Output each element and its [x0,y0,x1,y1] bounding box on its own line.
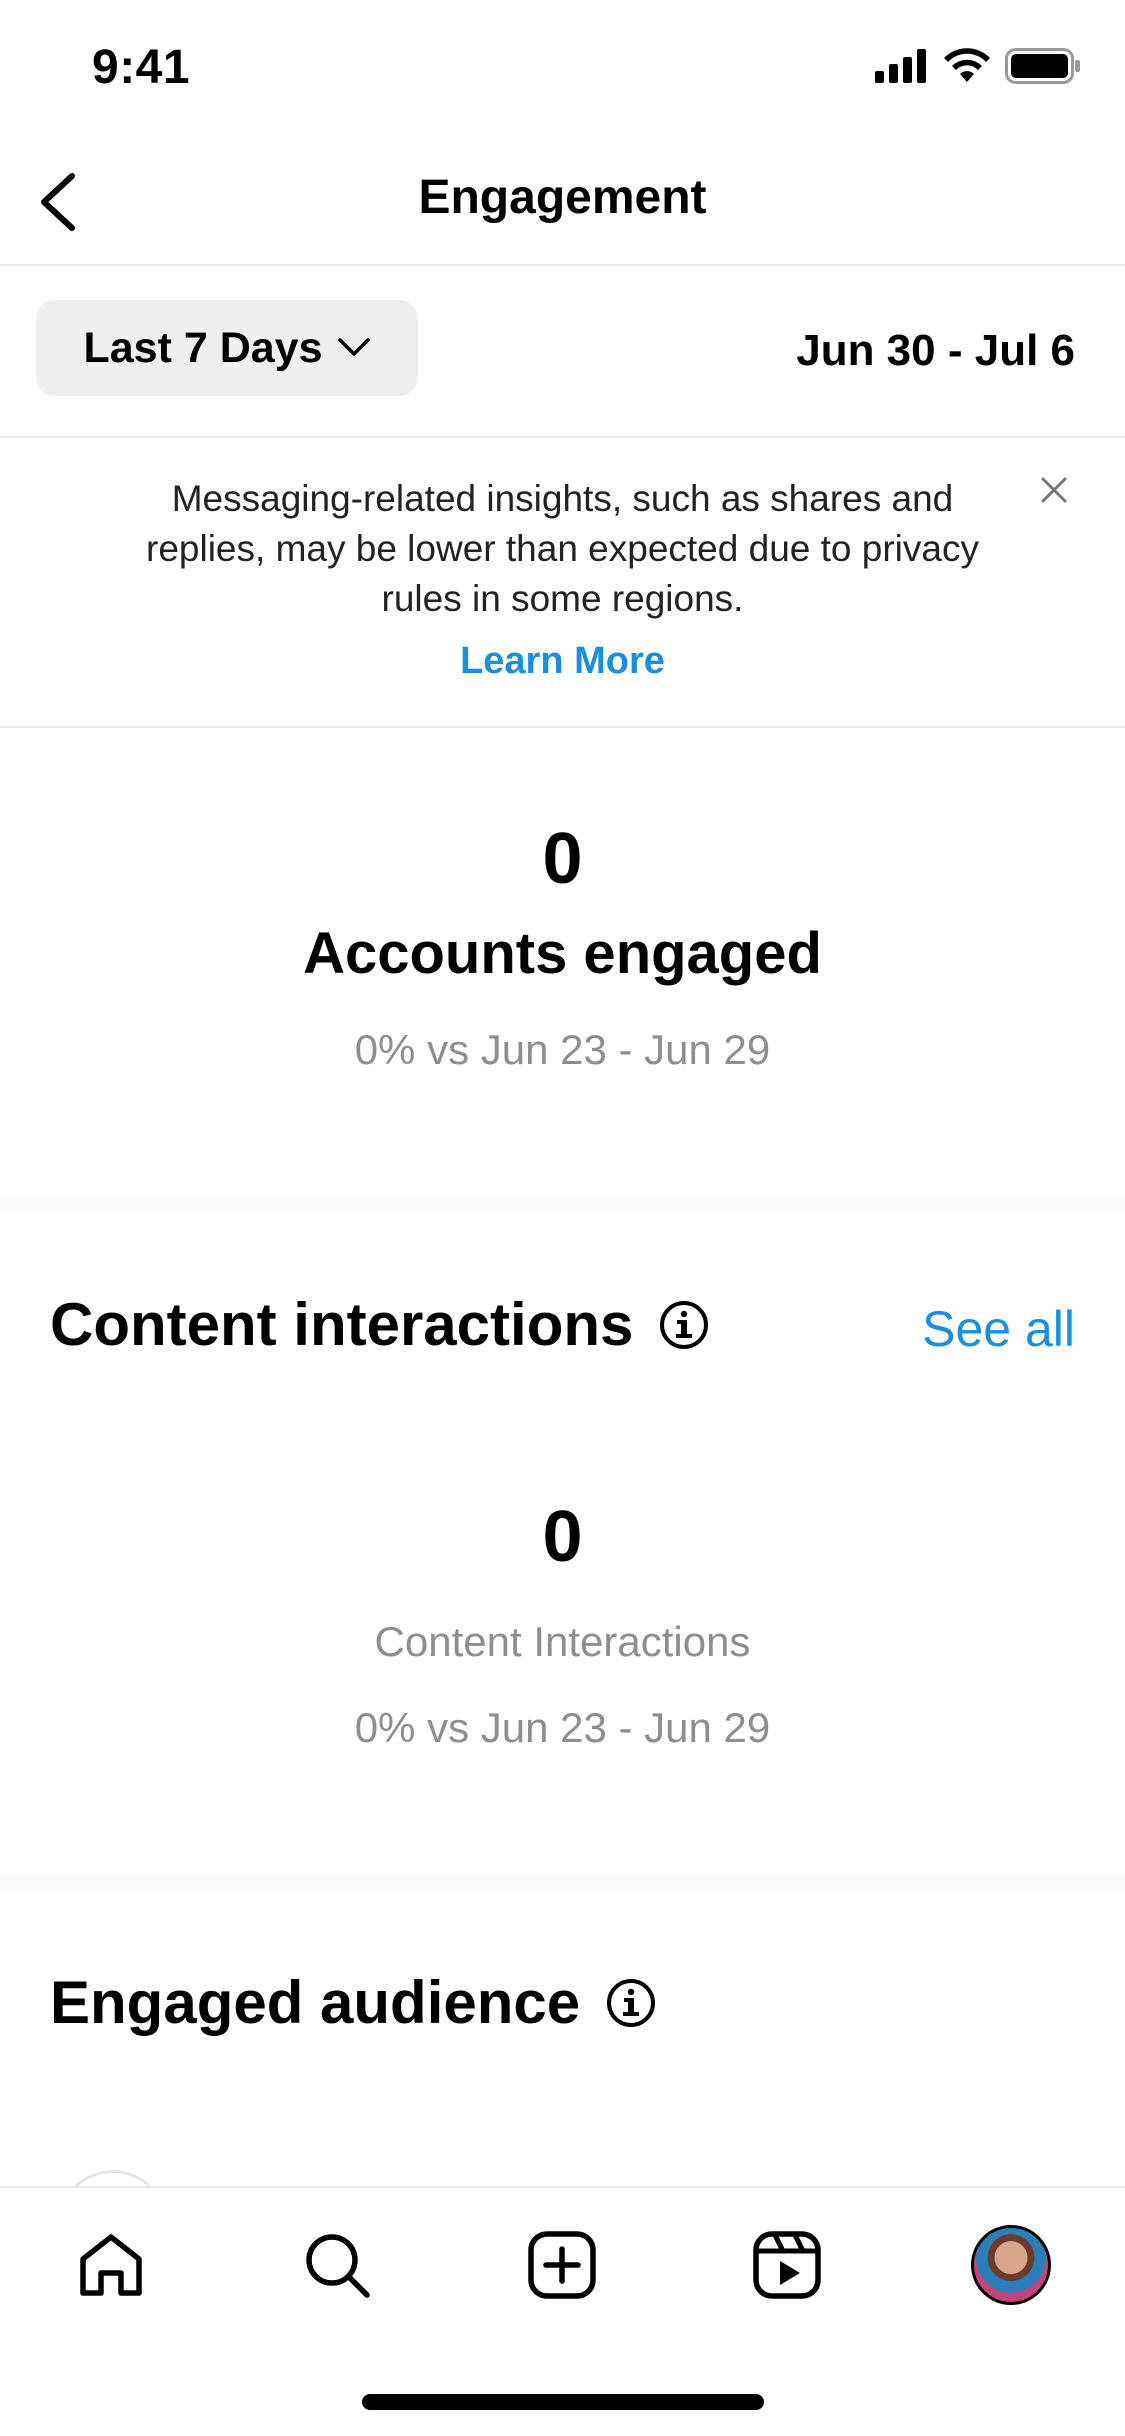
engaged-audience-title: Engaged audience [50,1969,581,2036]
tab-reels[interactable] [742,2220,832,2310]
filter-row: Last 7 Days Jun 30 - Jul 6 [0,268,1125,438]
learn-more-link[interactable]: Learn More [0,640,1125,683]
accounts-engaged-label-wrap: Accounts engaged [0,920,1125,987]
accounts-engaged-label: Accounts engaged [303,921,822,986]
info-icon[interactable] [606,1978,656,2028]
content-interactions-label-wrap: Content Interactions [0,1618,1125,1666]
battery-icon [1005,48,1080,84]
content-interactions-comparison: 0% vs Jun 23 - Jun 29 [354,1704,771,1751]
accounts-engaged-number: 0 [542,819,583,899]
accounts-engaged-comparison-wrap: 0% vs Jun 23 - Jun 29 [0,1026,1125,1074]
tab-home[interactable] [66,2220,156,2310]
reels-icon [753,2231,821,2299]
content-interactions-value-wrap: 0 [0,1496,1125,1578]
profile-avatar [971,2225,1051,2305]
wifi-icon [944,48,990,82]
nav-header: Engagement [0,140,1125,266]
accounts-engaged-value: 0 [0,818,1125,900]
accounts-engaged-comparison: 0% vs Jun 23 - Jun 29 [354,1026,771,1073]
home-icon [80,2234,142,2296]
status-icons [875,48,1081,84]
content-interactions-comparison-wrap: 0% vs Jun 23 - Jun 29 [0,1704,1125,1752]
cellular-signal-icon [875,49,926,83]
tab-profile[interactable] [966,2220,1056,2310]
period-dropdown[interactable]: Last 7 Days [36,300,418,396]
home-indicator [362,2394,764,2410]
content-interactions-title: Content interactions [50,1291,634,1358]
section-divider [0,1874,1125,1890]
chevron-down-icon [337,338,370,356]
privacy-notice: Messaging-related insights, such as shar… [0,440,1125,728]
create-icon [528,2231,596,2299]
page-title: Engagement [418,171,707,224]
content-interactions-number: 0 [542,1497,583,1577]
engaged-audience-header: Engaged audience [50,1968,656,2037]
tab-search[interactable] [292,2220,382,2310]
see-all-link[interactable]: See all [922,1300,1075,1358]
tab-create[interactable] [517,2220,607,2310]
period-label: Last 7 Days [83,323,323,372]
engagement-screen: 9:41 Engagement Last 7 Days Jun 30 - Jul… [0,0,1125,2436]
status-time: 9:41 [92,41,191,94]
section-divider [0,1196,1125,1212]
close-icon [1041,477,1067,503]
notice-text: Messaging-related insights, such as shar… [146,478,979,619]
content-interactions-header: Content interactions [50,1290,709,1359]
content-interactions-label: Content Interactions [374,1618,751,1665]
info-icon[interactable] [659,1300,709,1350]
status-bar: 9:41 [0,0,1125,140]
search-icon [306,2234,370,2298]
close-notice-button[interactable] [1032,468,1076,512]
date-range: Jun 30 - Jul 6 [796,326,1075,375]
